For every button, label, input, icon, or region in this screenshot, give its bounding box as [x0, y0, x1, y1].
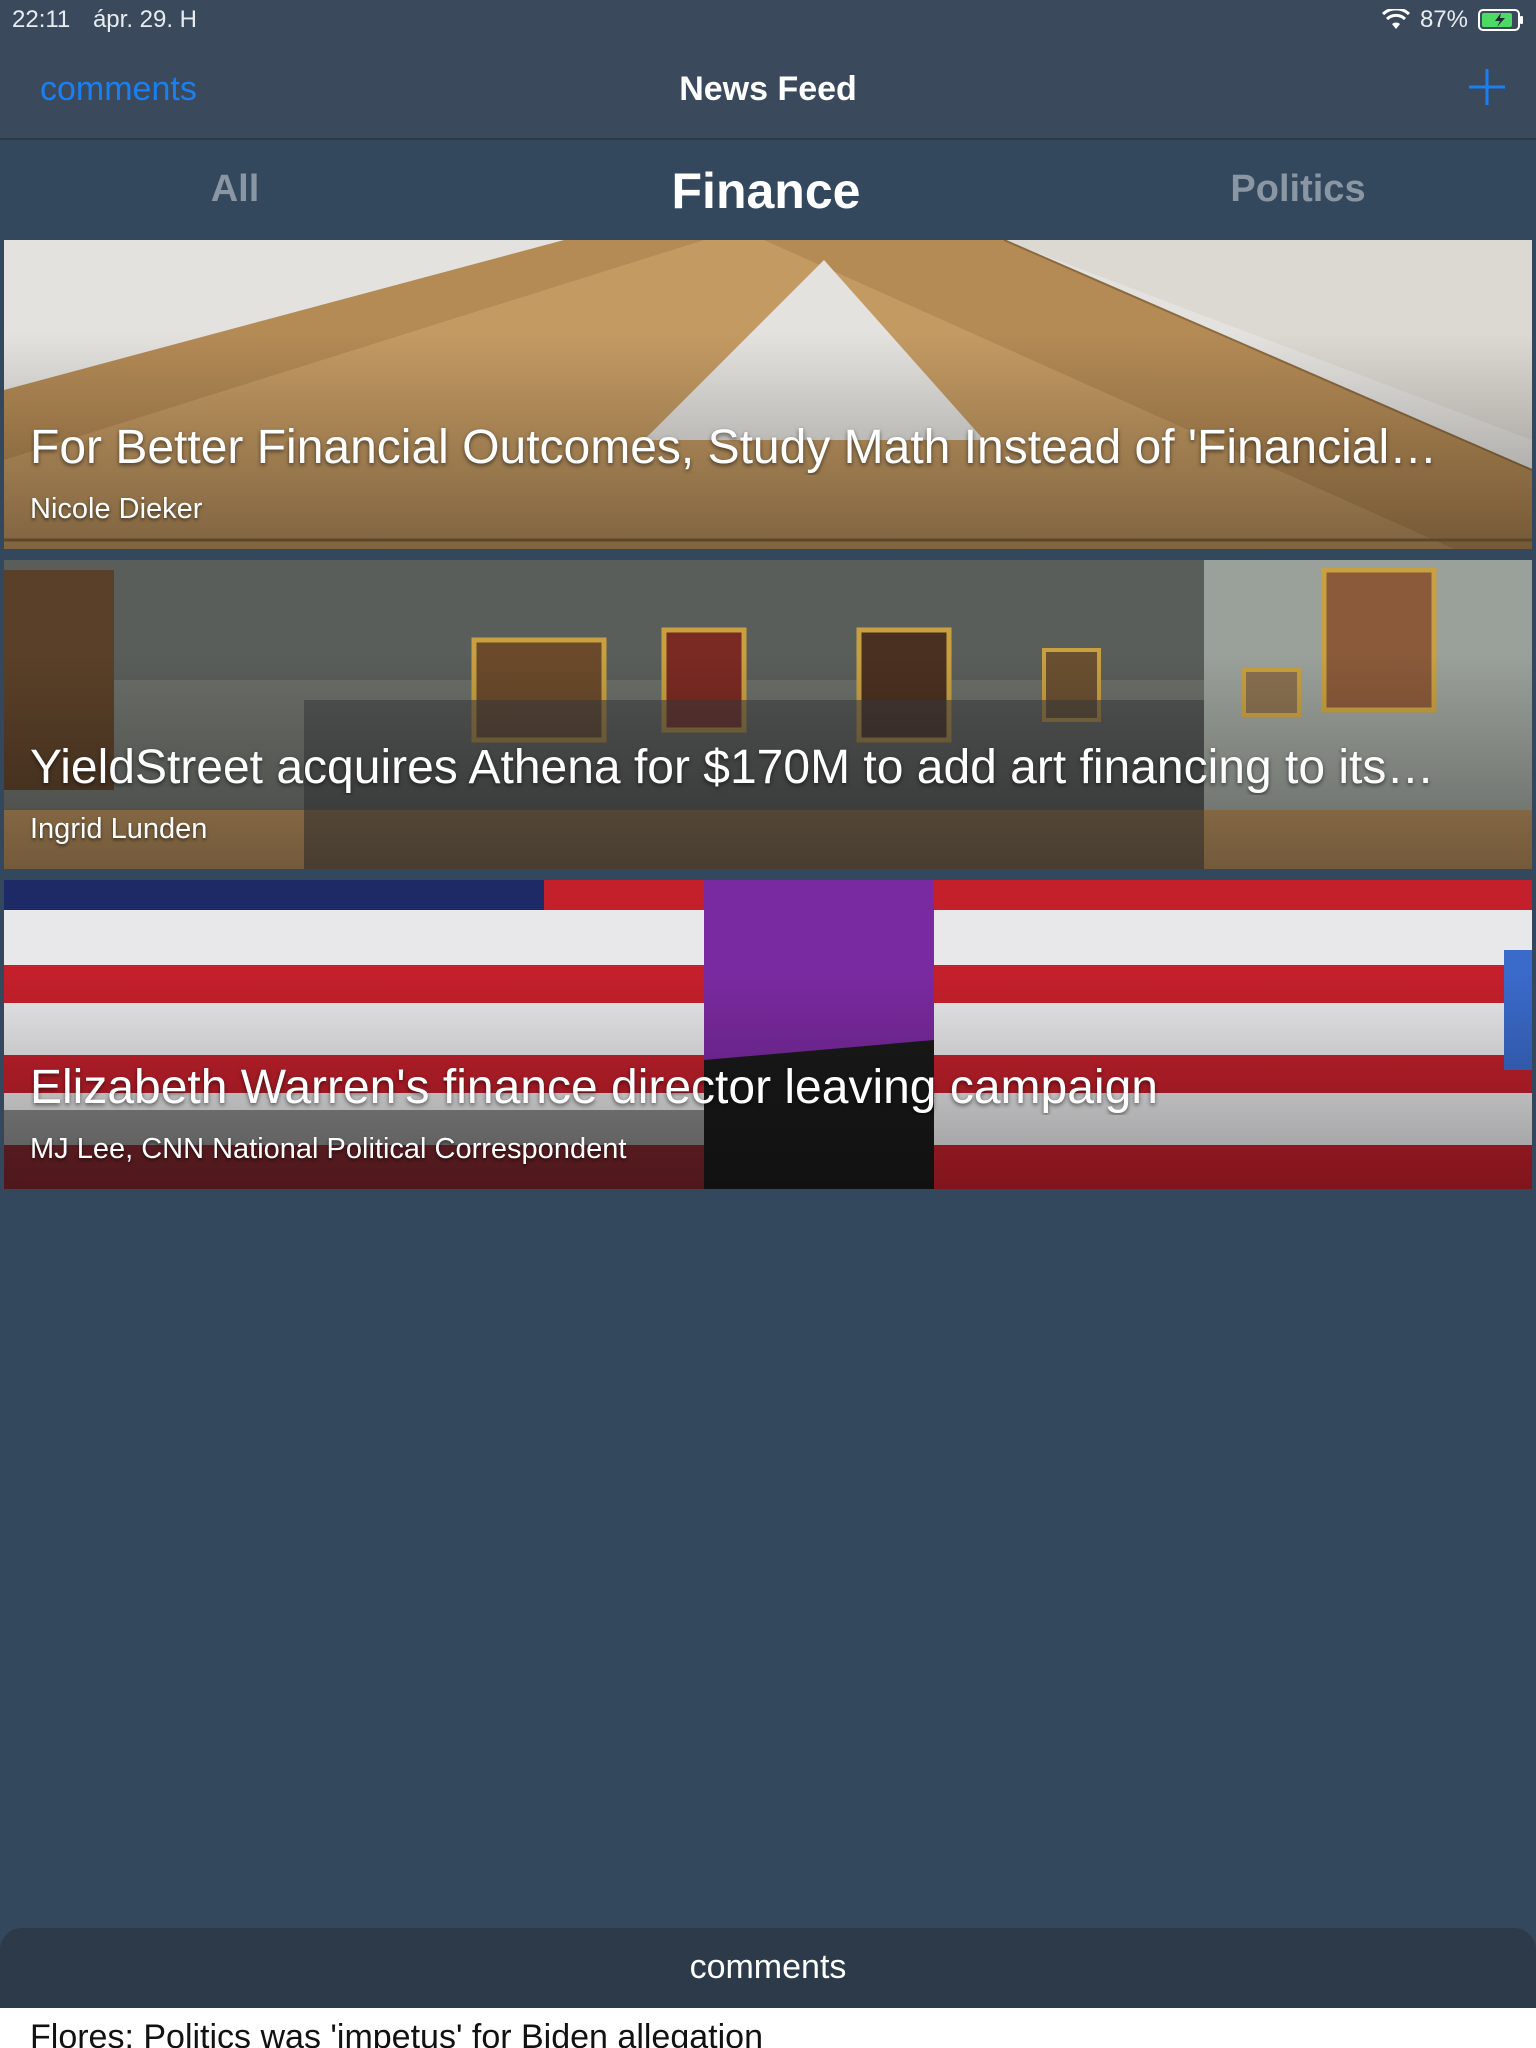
comments-sheet-title: comments [689, 1948, 847, 1986]
article-title: Elizabeth Warren's finance director leav… [30, 1061, 1158, 1114]
article-title: For Better Financial Outcomes, Study Mat… [30, 421, 1438, 474]
tab-finance[interactable]: Finance [616, 162, 916, 220]
article-author: MJ Lee, CNN National Political Correspon… [30, 1133, 627, 1165]
battery-icon [1478, 9, 1523, 31]
page-title: News Feed [679, 70, 857, 108]
list-item-label: Flores: Politics was 'impetus' for Biden… [30, 2018, 763, 2048]
status-time: 22:11 [12, 6, 71, 33]
status-date: ápr. 29. H [92, 6, 198, 33]
article-author: Ingrid Lunden [30, 813, 208, 845]
article-card[interactable]: YieldStreet acquires Athena for $170M to… [4, 560, 1532, 869]
article-card[interactable]: For Better Financial Outcomes, Study Mat… [4, 240, 1532, 549]
wifi-icon [1381, 9, 1410, 29]
article-author: Nicole Dieker [30, 493, 203, 525]
plus-icon[interactable] [1466, 66, 1508, 108]
article-title: YieldStreet acquires Athena for $170M to… [30, 741, 1435, 794]
status-bar: 22:11 ápr. 29. H 87% [0, 0, 1536, 40]
battery-percent: 87% [1419, 6, 1468, 33]
tab-politics[interactable]: Politics [1148, 168, 1448, 211]
navigation-bar: comments News Feed [0, 40, 1536, 140]
list-item[interactable]: Flores: Politics was 'impetus' for Biden… [0, 2008, 1536, 2048]
article-card[interactable]: Elizabeth Warren's finance director leav… [4, 880, 1532, 1189]
comments-sheet[interactable]: comments Flores: Politics was 'impetus' … [0, 1928, 1536, 2048]
tab-all[interactable]: All [85, 168, 385, 211]
category-tabs: All Finance Politics [0, 142, 1536, 238]
